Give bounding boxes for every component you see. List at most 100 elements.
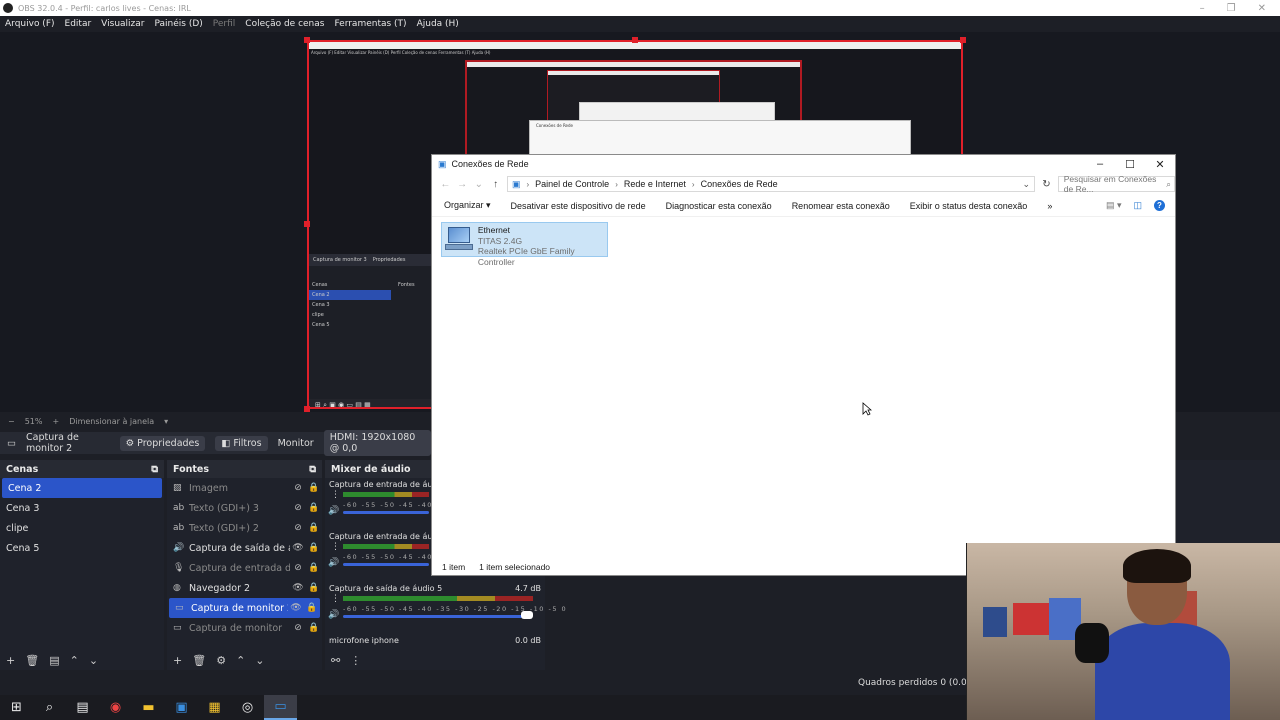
address-dropdown-icon[interactable]: ⌄: [1022, 179, 1034, 190]
menu-ferramentas[interactable]: Ferramentas (T): [334, 19, 406, 29]
link-icon[interactable]: ⚯: [331, 654, 340, 667]
address-bar[interactable]: ▣ › Painel de Controle › Rede e Internet…: [506, 176, 1036, 192]
move-up-icon[interactable]: ⌃: [70, 654, 79, 667]
more-icon[interactable]: ⋮: [331, 490, 340, 500]
scene-item[interactable]: Cena 3: [0, 498, 164, 518]
menu-perfil[interactable]: Perfil: [213, 19, 236, 29]
source-item[interactable]: ▨ Imagem ⊘ 🔒: [167, 478, 322, 498]
eye-icon: 👁: [292, 543, 304, 553]
filter-icon[interactable]: ▤: [49, 654, 59, 667]
source-item[interactable]: 🔊 Captura de saída de á 👁 🔒: [167, 538, 322, 558]
source-item[interactable]: ▭ Captura de monitor ⊘ 🔒: [167, 618, 322, 638]
scene-item[interactable]: clipe: [0, 518, 164, 538]
search-icon[interactable]: ⌕: [33, 695, 66, 720]
view-options-icon[interactable]: ▤ ▾: [1106, 200, 1122, 211]
source-item[interactable]: ◍ Navegador 2 👁 🔒: [167, 578, 322, 598]
close-icon[interactable]: ✕: [1258, 3, 1266, 14]
breadcrumb-item[interactable]: Rede e Internet: [624, 179, 686, 189]
source-item[interactable]: ab Texto (GDI+) 2 ⊘ 🔒: [167, 518, 322, 538]
zoom-mode[interactable]: Dimensionar à janela: [69, 417, 154, 426]
volume-knob[interactable]: [521, 611, 533, 619]
trash-icon[interactable]: 🗑: [25, 654, 39, 667]
source-item[interactable]: 🎙 Captura de entrada d ⊘ 🔒: [167, 558, 322, 578]
more-icon[interactable]: ⋮: [331, 594, 340, 604]
menu-ajuda[interactable]: Ajuda (H): [417, 19, 459, 29]
recent-dropdown-icon[interactable]: ⌄: [473, 179, 484, 190]
minimize-icon[interactable]: –: [1200, 3, 1205, 14]
organize-button[interactable]: Organizar ▾: [444, 200, 491, 211]
more-icon[interactable]: ⋮: [350, 654, 361, 667]
volume-slider[interactable]: [343, 615, 523, 618]
mixer-channel: Captura de saída de áudio 5 4.7 dB ⋮ -60 …: [328, 584, 568, 620]
streamer: [1095, 549, 1230, 720]
move-down-icon[interactable]: ⌄: [89, 654, 98, 667]
add-icon[interactable]: +: [173, 654, 182, 667]
ethernet-connection-item[interactable]: Ethernet TITAS 2.4G Realtek PCIe GbE Fam…: [441, 222, 608, 267]
gear-icon[interactable]: ⚙: [216, 654, 226, 667]
menu-colecao-cenas[interactable]: Coleção de cenas: [245, 19, 324, 29]
move-up-icon[interactable]: ⌃: [236, 654, 245, 667]
refresh-icon[interactable]: ↻: [1041, 179, 1052, 190]
zoom-out-icon[interactable]: −: [8, 417, 15, 426]
menu-arquivo[interactable]: Arquivo (F): [5, 19, 55, 29]
source-item[interactable]: ab Texto (GDI+) 3 ⊘ 🔒: [167, 498, 322, 518]
eye-hidden-icon: ⊘: [294, 523, 302, 533]
disable-device-button[interactable]: Desativar este dispositivo de rede: [511, 201, 646, 211]
zoom-dropdown-icon[interactable]: ▾: [164, 417, 168, 426]
up-icon[interactable]: ↑: [490, 179, 501, 190]
menu-visualizar[interactable]: Visualizar: [101, 19, 144, 29]
back-icon[interactable]: ←: [440, 179, 451, 190]
monitor-select[interactable]: HDMI: 1920x1080 @ 0,0: [323, 430, 431, 456]
resize-handle[interactable]: [304, 37, 310, 43]
source-item[interactable]: ▭ Captura de monitor 2 👁 🔒: [169, 598, 320, 618]
close-icon[interactable]: ✕: [1145, 158, 1175, 171]
speaker-icon[interactable]: 🔊: [328, 506, 339, 516]
resize-handle[interactable]: [304, 406, 310, 412]
view-status-button[interactable]: Exibir o status desta conexão: [910, 201, 1028, 211]
scene-item[interactable]: Cena 2: [2, 478, 162, 498]
dock-menu-icon[interactable]: ⧉: [151, 464, 158, 475]
maximize-icon[interactable]: ☐: [1115, 158, 1145, 171]
help-icon[interactable]: ?: [1154, 200, 1165, 211]
calendar-app-icon[interactable]: ▦: [198, 695, 231, 720]
chrome-icon[interactable]: ◉: [99, 695, 132, 720]
properties-button[interactable]: ⚙ Propriedades: [119, 435, 206, 451]
breadcrumb-item[interactable]: Painel de Controle: [535, 179, 609, 189]
start-icon[interactable]: ⊞: [0, 695, 33, 720]
menu-editar[interactable]: Editar: [65, 19, 92, 29]
rename-button[interactable]: Renomear esta conexão: [792, 201, 890, 211]
forward-icon[interactable]: →: [457, 179, 468, 190]
search-box[interactable]: Pesquisar em Conexões de Re... ⌕: [1057, 174, 1176, 194]
window-app-icon[interactable]: ▣: [165, 695, 198, 720]
network-connections-icon[interactable]: ▭: [264, 695, 297, 720]
menu-paineis[interactable]: Painéis (D): [154, 19, 202, 29]
volume-slider[interactable]: [343, 511, 429, 514]
task-view-icon[interactable]: ▤: [66, 695, 99, 720]
zoom-in-icon[interactable]: +: [52, 417, 59, 426]
obs-icon[interactable]: ◎: [231, 695, 264, 720]
resize-handle[interactable]: [304, 221, 310, 227]
file-explorer-icon[interactable]: ▬: [132, 695, 165, 720]
speaker-icon[interactable]: 🔊: [328, 558, 339, 568]
breadcrumb-item[interactable]: Conexões de Rede: [701, 179, 778, 189]
diagnose-button[interactable]: Diagnosticar esta conexão: [666, 201, 772, 211]
scene-item[interactable]: Cena 5: [0, 538, 164, 558]
nested-obs-panels: Captura de monitor 3 Propriedades Cenas …: [309, 254, 434, 407]
preview-pane-icon[interactable]: ◫: [1133, 200, 1142, 211]
resize-handle[interactable]: [960, 37, 966, 43]
filters-button[interactable]: ◧ Filtros: [215, 435, 268, 451]
speaker-icon[interactable]: 🔊: [328, 610, 339, 620]
volume-slider[interactable]: [343, 563, 429, 566]
more-icon[interactable]: ⋮: [331, 542, 340, 552]
sources-toolbar: + 🗑 ⚙ ⌃ ⌄: [167, 650, 322, 670]
add-icon[interactable]: +: [6, 654, 15, 667]
move-down-icon[interactable]: ⌄: [255, 654, 264, 667]
dock-menu-icon[interactable]: ⧉: [309, 464, 316, 475]
minimize-icon[interactable]: –: [1085, 158, 1115, 171]
trash-icon[interactable]: 🗑: [192, 654, 206, 667]
restore-icon[interactable]: ❐: [1227, 3, 1236, 14]
more-commands-icon[interactable]: »: [1047, 201, 1052, 211]
nested-scene: Cena 5: [312, 322, 330, 328]
mouse-cursor-icon: [862, 402, 872, 416]
resize-handle[interactable]: [632, 37, 638, 43]
